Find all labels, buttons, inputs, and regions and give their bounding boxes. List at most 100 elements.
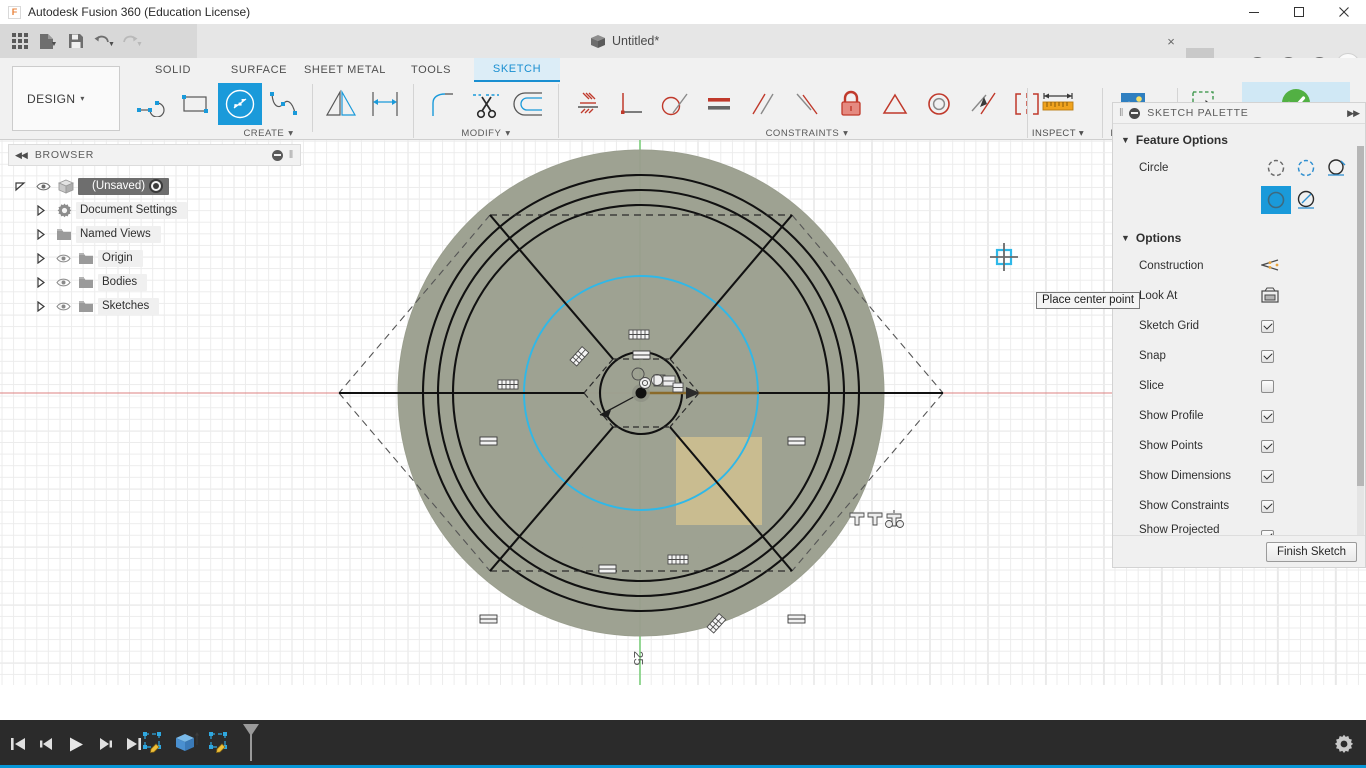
create-panel-label[interactable]: CREATE ▾ [243, 128, 293, 139]
rectangle-icon[interactable] [174, 83, 218, 125]
tab-tools[interactable]: TOOLS [388, 58, 474, 82]
horizontal-vertical-constraint-icon[interactable] [565, 83, 609, 125]
feature-options-section[interactable]: ▼ Feature Options [1113, 124, 1365, 153]
expand-twisty-icon[interactable] [28, 252, 52, 264]
parallel-constraint-icon[interactable] [741, 83, 785, 125]
spline-icon[interactable] [262, 83, 306, 125]
sketch-grid-checkbox[interactable] [1261, 319, 1274, 333]
tab-surface[interactable]: SURFACE [216, 58, 302, 82]
redo-icon[interactable]: ▼ [118, 26, 146, 56]
option-show-projected-geometry[interactable]: Show Projected Geom... [1113, 521, 1365, 535]
browser-node-named-views[interactable]: Named Views [8, 222, 301, 246]
minimize-button[interactable] [1231, 0, 1276, 24]
option-sketch-grid[interactable]: Sketch Grid [1113, 311, 1365, 341]
option-show-dimensions[interactable]: Show Dimensions [1113, 461, 1365, 491]
expand-twisty-icon[interactable] [28, 204, 52, 216]
minimize-panel-icon[interactable] [1129, 107, 1141, 119]
circle-icon[interactable] [218, 83, 262, 125]
offset-icon[interactable] [508, 83, 552, 125]
show-points-checkbox[interactable] [1261, 439, 1274, 453]
snap-checkbox[interactable] [1261, 349, 1274, 363]
timeline-extrude-icon[interactable] [172, 729, 200, 760]
step-forward-icon[interactable] [93, 730, 117, 758]
close-button[interactable] [1321, 0, 1366, 24]
tab-sheet-metal[interactable]: SHEET METAL [302, 58, 388, 82]
rectangular-pattern-icon[interactable] [363, 83, 407, 125]
tab-sketch[interactable]: SKETCH [474, 58, 560, 82]
option-snap[interactable]: Snap [1113, 341, 1365, 371]
equal-constraint-icon[interactable] [697, 83, 741, 125]
two-tangent-circle-icon[interactable] [1261, 186, 1291, 214]
visibility-eye-icon[interactable] [52, 277, 74, 288]
line-icon[interactable] [130, 83, 174, 125]
option-construction[interactable]: Construction [1113, 251, 1365, 281]
panel-grip-icon[interactable]: ‖ [1119, 107, 1124, 119]
settings-gear-icon[interactable] [1334, 734, 1354, 759]
show-projected-geometry-checkbox[interactable] [1261, 529, 1274, 535]
look-at-icon[interactable] [1261, 286, 1279, 306]
visibility-eye-icon[interactable] [52, 253, 74, 264]
expand-twisty-icon[interactable] [8, 180, 32, 192]
document-tab[interactable]: Untitled* [590, 24, 659, 58]
option-show-profile[interactable]: Show Profile [1113, 401, 1365, 431]
expand-twisty-icon[interactable] [28, 276, 52, 288]
panel-grip-icon[interactable]: ‖ [289, 149, 294, 161]
two-point-circle-icon[interactable] [1291, 155, 1321, 181]
slice-checkbox[interactable] [1261, 379, 1274, 393]
save-icon[interactable] [62, 26, 90, 56]
show-constraints-checkbox[interactable] [1261, 499, 1274, 513]
collapse-arrows-icon[interactable]: ◀◀ [15, 150, 28, 161]
concentric-constraint-icon[interactable] [917, 83, 961, 125]
app-grid-icon[interactable] [6, 26, 34, 56]
step-back-icon[interactable] [35, 730, 59, 758]
browser-node-origin[interactable]: Origin [8, 246, 301, 270]
modify-panel-label[interactable]: MODIFY ▾ [461, 128, 510, 139]
coincident-constraint-icon[interactable] [609, 83, 653, 125]
sketch-palette-header[interactable]: ‖ SKETCH PALETTE ▶▶ [1113, 103, 1365, 124]
minimize-panel-icon[interactable] [271, 149, 283, 161]
collinear-constraint-icon[interactable] [961, 83, 1005, 125]
options-section[interactable]: ▼ Options [1113, 217, 1365, 251]
browser-header[interactable]: ◀◀ BROWSER ‖ [8, 144, 301, 166]
midpoint-constraint-icon[interactable] [873, 83, 917, 125]
undo-icon[interactable]: ▼ [90, 26, 118, 56]
timeline-sketch-icon[interactable] [140, 729, 166, 760]
play-icon[interactable] [64, 730, 88, 758]
option-slice[interactable]: Slice [1113, 371, 1365, 401]
browser-node-sketches[interactable]: Sketches [8, 294, 301, 318]
skip-to-beginning-icon[interactable] [6, 730, 30, 758]
tangent-constraint-icon[interactable] [653, 83, 697, 125]
workspace-selector[interactable]: DESIGN ▾ [12, 66, 120, 131]
timeline-sketch2-icon[interactable] [206, 729, 232, 760]
option-look-at[interactable]: Look At [1113, 281, 1365, 311]
trim-icon[interactable] [464, 83, 508, 125]
browser-node-document-settings[interactable]: Document Settings [8, 198, 301, 222]
visibility-eye-icon[interactable] [32, 181, 54, 192]
activate-component-icon[interactable] [149, 179, 164, 193]
timeline-marker-icon[interactable] [240, 722, 262, 767]
palette-scrollbar[interactable] [1357, 146, 1364, 535]
visibility-eye-icon[interactable] [52, 301, 74, 312]
expand-arrows-icon[interactable]: ▶▶ [1347, 108, 1360, 119]
three-point-circle-icon[interactable] [1321, 155, 1351, 181]
inspect-group[interactable]: INSPECT ▾ [1026, 82, 1090, 140]
close-tab-button[interactable]: × [1163, 33, 1179, 49]
maximize-button[interactable] [1276, 0, 1321, 24]
option-show-points[interactable]: Show Points [1113, 431, 1365, 461]
fix-unfix-constraint-icon[interactable] [829, 83, 873, 125]
browser-node-bodies[interactable]: Bodies [8, 270, 301, 294]
option-show-constraints[interactable]: Show Constraints [1113, 491, 1365, 521]
browser-node-unsaved[interactable]: (Unsaved) [8, 174, 301, 198]
new-file-icon[interactable]: ▼ [34, 26, 62, 56]
expand-twisty-icon[interactable] [28, 300, 52, 312]
show-profile-checkbox[interactable] [1261, 409, 1274, 423]
mirror-icon[interactable] [319, 83, 363, 125]
construction-icon[interactable] [1259, 258, 1279, 275]
show-dimensions-checkbox[interactable] [1261, 469, 1274, 483]
expand-twisty-icon[interactable] [28, 228, 52, 240]
perpendicular-constraint-icon[interactable] [785, 83, 829, 125]
center-diameter-circle-icon[interactable] [1261, 155, 1291, 181]
three-tangent-circle-icon[interactable] [1291, 187, 1321, 213]
tab-solid[interactable]: SOLID [130, 58, 216, 82]
constraints-panel-label[interactable]: CONSTRAINTS ▾ [766, 128, 849, 139]
